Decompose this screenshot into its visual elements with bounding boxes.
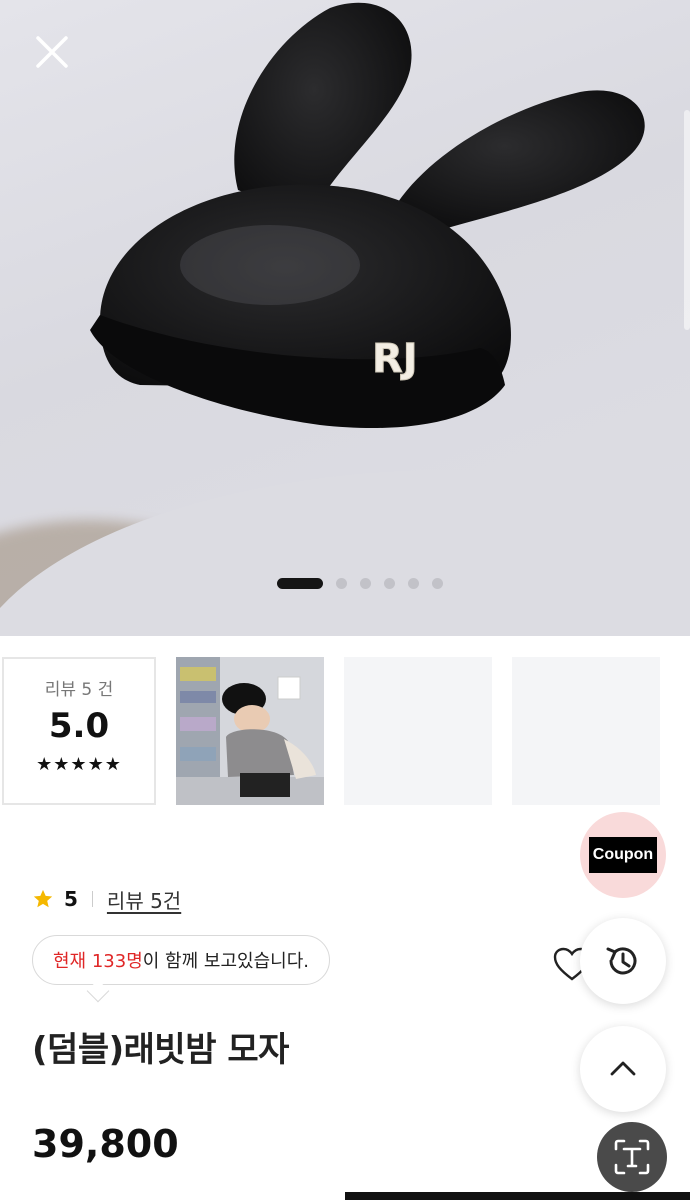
product-title: (덤블)래빗밤 모자 — [32, 1030, 289, 1070]
viewers-count: 현재 133명 — [53, 951, 143, 972]
review-photo-thumbnail[interactable] — [176, 657, 324, 805]
image-scrollbar — [684, 110, 690, 330]
scroll-to-top-button[interactable] — [580, 1026, 666, 1112]
text-scan-icon — [614, 1139, 650, 1175]
review-photo-image — [176, 657, 324, 805]
carousel-dot[interactable] — [384, 577, 395, 589]
carousel-indicator — [0, 576, 690, 590]
text-scan-button[interactable] — [597, 1122, 667, 1192]
hat-logo-text: RJ — [372, 336, 418, 382]
carousel-dot[interactable] — [408, 577, 419, 589]
image-background-surface — [0, 470, 690, 636]
rabbit-hat-image: RJ — [90, 2, 645, 429]
review-photo-placeholder[interactable] — [512, 657, 660, 805]
carousel-dot[interactable] — [432, 577, 443, 589]
divider — [91, 891, 93, 907]
rating-summary: 5 리뷰 5건 — [32, 884, 181, 914]
review-link[interactable]: 리뷰 5건 — [107, 885, 181, 914]
star-icon — [33, 889, 53, 908]
coupon-label: Coupon — [589, 837, 657, 873]
review-stars: ★★★★★ — [36, 754, 122, 775]
live-viewers-bubble: 현재 133명 이 함께 보고있습니다. — [32, 935, 330, 985]
review-score: 5.0 — [48, 706, 110, 746]
chevron-up-icon — [610, 1061, 636, 1076]
coupon-button[interactable]: Coupon — [580, 812, 666, 898]
review-strip: 리뷰 5 건 5.0 ★★★★★ — [0, 656, 690, 806]
viewers-text: 이 함께 보고있습니다. — [142, 951, 309, 972]
product-price: 39,800 — [32, 1122, 179, 1166]
close-icon[interactable] — [28, 28, 76, 76]
review-count-label: 리뷰 5 건 — [44, 680, 114, 700]
carousel-dot[interactable] — [360, 577, 371, 589]
carousel-dot-active[interactable] — [277, 577, 323, 589]
review-summary-card[interactable]: 리뷰 5 건 5.0 ★★★★★ — [2, 657, 156, 805]
rating-value: 5 — [64, 887, 78, 911]
product-image-carousel[interactable]: RJ — [0, 0, 690, 636]
bottom-indicator-bar — [345, 1192, 690, 1200]
review-photo-placeholder[interactable] — [344, 657, 492, 805]
carousel-dot[interactable] — [336, 577, 347, 589]
recent-history-button[interactable] — [580, 918, 666, 1004]
history-icon — [606, 947, 637, 975]
